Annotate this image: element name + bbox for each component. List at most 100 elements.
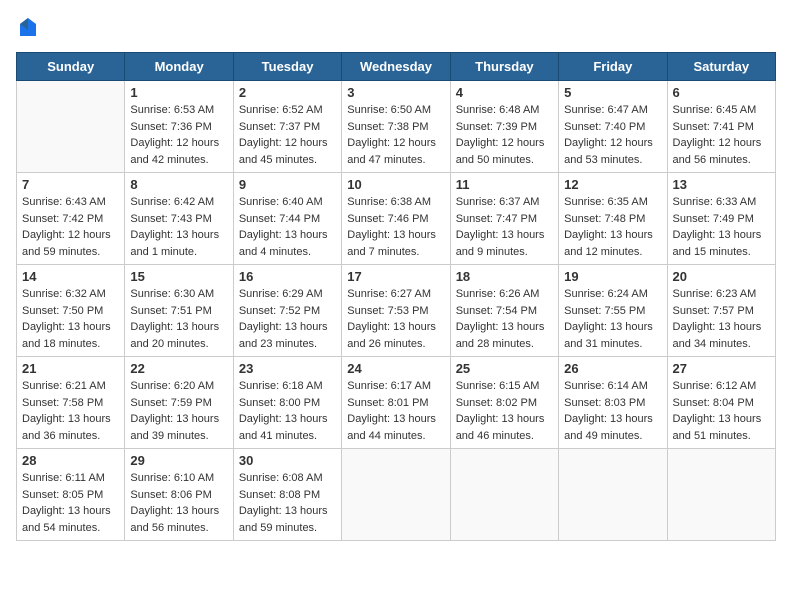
daylight-text: Daylight: 13 hours and 59 minutes. — [239, 503, 336, 536]
sunset-text: Sunset: 7:58 PM — [22, 395, 119, 412]
calendar-cell — [667, 449, 775, 541]
day-number: 15 — [130, 269, 227, 284]
calendar-cell: 27 Sunrise: 6:12 AM Sunset: 8:04 PM Dayl… — [667, 357, 775, 449]
day-number: 14 — [22, 269, 119, 284]
day-info: Sunrise: 6:37 AM Sunset: 7:47 PM Dayligh… — [456, 194, 553, 260]
day-number: 19 — [564, 269, 661, 284]
calendar-cell: 16 Sunrise: 6:29 AM Sunset: 7:52 PM Dayl… — [233, 265, 341, 357]
daylight-text: Daylight: 13 hours and 9 minutes. — [456, 227, 553, 260]
daylight-text: Daylight: 12 hours and 59 minutes. — [22, 227, 119, 260]
calendar-cell: 9 Sunrise: 6:40 AM Sunset: 7:44 PM Dayli… — [233, 173, 341, 265]
calendar-cell: 30 Sunrise: 6:08 AM Sunset: 8:08 PM Dayl… — [233, 449, 341, 541]
day-number: 30 — [239, 453, 336, 468]
calendar-cell: 25 Sunrise: 6:15 AM Sunset: 8:02 PM Dayl… — [450, 357, 558, 449]
sunrise-text: Sunrise: 6:23 AM — [673, 286, 770, 303]
calendar-cell: 15 Sunrise: 6:30 AM Sunset: 7:51 PM Dayl… — [125, 265, 233, 357]
day-number: 25 — [456, 361, 553, 376]
calendar-week-3: 21 Sunrise: 6:21 AM Sunset: 7:58 PM Dayl… — [17, 357, 776, 449]
daylight-text: Daylight: 13 hours and 20 minutes. — [130, 319, 227, 352]
day-info: Sunrise: 6:53 AM Sunset: 7:36 PM Dayligh… — [130, 102, 227, 168]
day-number: 2 — [239, 85, 336, 100]
day-number: 13 — [673, 177, 770, 192]
sunset-text: Sunset: 8:03 PM — [564, 395, 661, 412]
day-info: Sunrise: 6:29 AM Sunset: 7:52 PM Dayligh… — [239, 286, 336, 352]
sunset-text: Sunset: 7:49 PM — [673, 211, 770, 228]
day-number: 4 — [456, 85, 553, 100]
sunset-text: Sunset: 7:48 PM — [564, 211, 661, 228]
day-number: 7 — [22, 177, 119, 192]
day-number: 17 — [347, 269, 444, 284]
daylight-text: Daylight: 13 hours and 4 minutes. — [239, 227, 336, 260]
calendar-cell: 1 Sunrise: 6:53 AM Sunset: 7:36 PM Dayli… — [125, 81, 233, 173]
sunrise-text: Sunrise: 6:26 AM — [456, 286, 553, 303]
daylight-text: Daylight: 12 hours and 50 minutes. — [456, 135, 553, 168]
calendar-cell — [450, 449, 558, 541]
day-number: 23 — [239, 361, 336, 376]
sunrise-text: Sunrise: 6:40 AM — [239, 194, 336, 211]
daylight-text: Daylight: 13 hours and 36 minutes. — [22, 411, 119, 444]
daylight-text: Daylight: 13 hours and 18 minutes. — [22, 319, 119, 352]
sunset-text: Sunset: 8:00 PM — [239, 395, 336, 412]
day-info: Sunrise: 6:50 AM Sunset: 7:38 PM Dayligh… — [347, 102, 444, 168]
sunset-text: Sunset: 7:46 PM — [347, 211, 444, 228]
day-info: Sunrise: 6:52 AM Sunset: 7:37 PM Dayligh… — [239, 102, 336, 168]
sunrise-text: Sunrise: 6:43 AM — [22, 194, 119, 211]
sunrise-text: Sunrise: 6:15 AM — [456, 378, 553, 395]
day-info: Sunrise: 6:24 AM Sunset: 7:55 PM Dayligh… — [564, 286, 661, 352]
day-number: 11 — [456, 177, 553, 192]
sunrise-text: Sunrise: 6:24 AM — [564, 286, 661, 303]
sunset-text: Sunset: 7:38 PM — [347, 119, 444, 136]
calendar-cell: 19 Sunrise: 6:24 AM Sunset: 7:55 PM Dayl… — [559, 265, 667, 357]
calendar-cell: 18 Sunrise: 6:26 AM Sunset: 7:54 PM Dayl… — [450, 265, 558, 357]
daylight-text: Daylight: 13 hours and 28 minutes. — [456, 319, 553, 352]
calendar-week-2: 14 Sunrise: 6:32 AM Sunset: 7:50 PM Dayl… — [17, 265, 776, 357]
day-info: Sunrise: 6:15 AM Sunset: 8:02 PM Dayligh… — [456, 378, 553, 444]
sunrise-text: Sunrise: 6:33 AM — [673, 194, 770, 211]
day-info: Sunrise: 6:23 AM Sunset: 7:57 PM Dayligh… — [673, 286, 770, 352]
daylight-text: Daylight: 13 hours and 34 minutes. — [673, 319, 770, 352]
daylight-text: Daylight: 13 hours and 26 minutes. — [347, 319, 444, 352]
sunrise-text: Sunrise: 6:27 AM — [347, 286, 444, 303]
calendar-body: 1 Sunrise: 6:53 AM Sunset: 7:36 PM Dayli… — [17, 81, 776, 541]
daylight-text: Daylight: 13 hours and 12 minutes. — [564, 227, 661, 260]
daylight-text: Daylight: 13 hours and 56 minutes. — [130, 503, 227, 536]
sunset-text: Sunset: 7:41 PM — [673, 119, 770, 136]
daylight-text: Daylight: 12 hours and 53 minutes. — [564, 135, 661, 168]
calendar-cell: 10 Sunrise: 6:38 AM Sunset: 7:46 PM Dayl… — [342, 173, 450, 265]
header-cell-saturday: Saturday — [667, 53, 775, 81]
calendar-cell — [342, 449, 450, 541]
sunset-text: Sunset: 7:53 PM — [347, 303, 444, 320]
daylight-text: Daylight: 13 hours and 54 minutes. — [22, 503, 119, 536]
sunset-text: Sunset: 7:57 PM — [673, 303, 770, 320]
daylight-text: Daylight: 12 hours and 45 minutes. — [239, 135, 336, 168]
sunrise-text: Sunrise: 6:10 AM — [130, 470, 227, 487]
calendar-cell: 7 Sunrise: 6:43 AM Sunset: 7:42 PM Dayli… — [17, 173, 125, 265]
sunset-text: Sunset: 8:06 PM — [130, 487, 227, 504]
day-info: Sunrise: 6:35 AM Sunset: 7:48 PM Dayligh… — [564, 194, 661, 260]
day-info: Sunrise: 6:27 AM Sunset: 7:53 PM Dayligh… — [347, 286, 444, 352]
sunset-text: Sunset: 7:42 PM — [22, 211, 119, 228]
day-info: Sunrise: 6:33 AM Sunset: 7:49 PM Dayligh… — [673, 194, 770, 260]
day-info: Sunrise: 6:43 AM Sunset: 7:42 PM Dayligh… — [22, 194, 119, 260]
day-info: Sunrise: 6:26 AM Sunset: 7:54 PM Dayligh… — [456, 286, 553, 352]
calendar-cell — [17, 81, 125, 173]
day-info: Sunrise: 6:20 AM Sunset: 7:59 PM Dayligh… — [130, 378, 227, 444]
sunrise-text: Sunrise: 6:08 AM — [239, 470, 336, 487]
day-info: Sunrise: 6:38 AM Sunset: 7:46 PM Dayligh… — [347, 194, 444, 260]
sunrise-text: Sunrise: 6:37 AM — [456, 194, 553, 211]
calendar-cell: 14 Sunrise: 6:32 AM Sunset: 7:50 PM Dayl… — [17, 265, 125, 357]
sunset-text: Sunset: 7:59 PM — [130, 395, 227, 412]
daylight-text: Daylight: 13 hours and 23 minutes. — [239, 319, 336, 352]
day-info: Sunrise: 6:45 AM Sunset: 7:41 PM Dayligh… — [673, 102, 770, 168]
day-info: Sunrise: 6:12 AM Sunset: 8:04 PM Dayligh… — [673, 378, 770, 444]
day-number: 20 — [673, 269, 770, 284]
day-number: 10 — [347, 177, 444, 192]
daylight-text: Daylight: 13 hours and 31 minutes. — [564, 319, 661, 352]
sunset-text: Sunset: 7:43 PM — [130, 211, 227, 228]
calendar-cell: 4 Sunrise: 6:48 AM Sunset: 7:39 PM Dayli… — [450, 81, 558, 173]
day-number: 27 — [673, 361, 770, 376]
page-header — [16, 16, 776, 40]
calendar-cell: 2 Sunrise: 6:52 AM Sunset: 7:37 PM Dayli… — [233, 81, 341, 173]
day-info: Sunrise: 6:10 AM Sunset: 8:06 PM Dayligh… — [130, 470, 227, 536]
sunrise-text: Sunrise: 6:14 AM — [564, 378, 661, 395]
